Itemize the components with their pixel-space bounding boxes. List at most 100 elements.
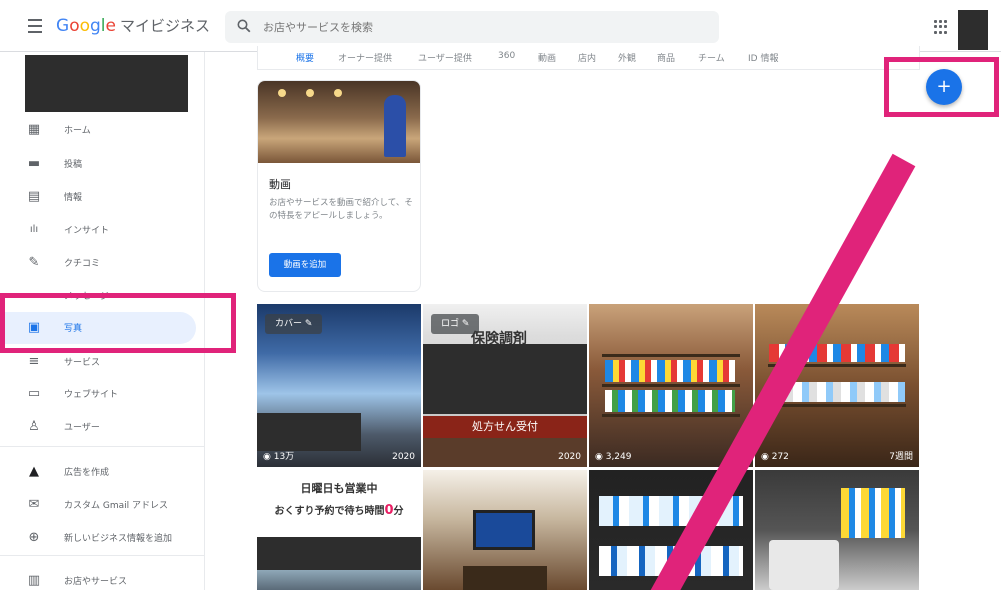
website-icon: ▭ bbox=[27, 386, 41, 401]
photo-year: 2020 bbox=[558, 452, 581, 462]
lamp-shape bbox=[334, 89, 342, 97]
tab-exterior[interactable]: 外観 bbox=[618, 51, 636, 64]
shelf-line bbox=[602, 384, 740, 387]
sidebar-item-label: 広告を作成 bbox=[64, 468, 110, 478]
search-bar[interactable] bbox=[225, 11, 719, 43]
shelf-line bbox=[768, 364, 906, 367]
tab-id-info[interactable]: ID 情報 bbox=[748, 51, 778, 64]
products-shape bbox=[841, 488, 905, 538]
sidebar-divider bbox=[0, 446, 205, 447]
sidebar-item-insights[interactable]: ılı インサイト bbox=[0, 214, 205, 246]
sidebar-item-label: 投稿 bbox=[64, 160, 83, 170]
search-input[interactable] bbox=[263, 17, 703, 37]
gmail-icon: ✉ bbox=[28, 497, 40, 512]
tab-interior[interactable]: 店内 bbox=[578, 51, 596, 64]
shelf-line bbox=[768, 404, 906, 407]
sidebar-item-label: ウェブサイト bbox=[64, 390, 119, 400]
redacted-block bbox=[423, 344, 587, 414]
sidebar-item-label: ユーザー bbox=[64, 423, 100, 433]
products-shape bbox=[769, 344, 905, 362]
sidebar-item-home[interactable]: ▦ ホーム bbox=[0, 114, 205, 146]
shelf-line bbox=[602, 354, 740, 357]
view-count: ◉ 272 bbox=[761, 452, 789, 462]
photo-age: 7週間 bbox=[889, 452, 913, 462]
sidebar-item-label: インサイト bbox=[64, 226, 110, 236]
interior-photo[interactable] bbox=[423, 470, 587, 590]
shelf-photo-3[interactable] bbox=[589, 470, 753, 590]
dashboard-icon: ▦ bbox=[27, 122, 41, 137]
register-shape bbox=[769, 540, 839, 590]
tv-screen-shape bbox=[473, 510, 535, 550]
sidebar-item-label: 情報 bbox=[64, 193, 83, 203]
search-icon bbox=[237, 19, 251, 33]
tab-customer[interactable]: ユーザー提供 bbox=[418, 51, 472, 64]
video-card-title: 動画 bbox=[269, 178, 291, 191]
sidebar-divider bbox=[0, 555, 205, 556]
shelf-photo-1[interactable]: ◉ 3,249 bbox=[589, 304, 753, 467]
menu-icon[interactable] bbox=[24, 15, 46, 37]
highlight-box-add bbox=[884, 57, 999, 117]
google-my-business-photos-page: Googleマイビジネス ▦ ホーム ▬ 投稿 ▤ 情報 ıl bbox=[0, 0, 1001, 590]
photo-year: 2020 bbox=[392, 452, 415, 462]
tab-owner[interactable]: オーナー提供 bbox=[338, 51, 392, 64]
lamp-shape bbox=[278, 89, 286, 97]
storefront-icon: ▥ bbox=[27, 573, 41, 588]
sidebar-item-info[interactable]: ▤ 情報 bbox=[0, 181, 205, 213]
products-shape bbox=[769, 382, 905, 402]
reviews-icon: ✎ bbox=[28, 255, 40, 270]
business-name-redacted bbox=[25, 55, 188, 112]
apps-grid-icon[interactable] bbox=[934, 20, 948, 34]
logo-photo[interactable]: ロゴ ✎ 保険調剤 処方せん受付 2020 bbox=[423, 304, 587, 467]
add-video-button[interactable]: 動画を追加 bbox=[269, 253, 341, 277]
tab-team[interactable]: チーム bbox=[698, 51, 725, 64]
posts-icon: ▬ bbox=[27, 156, 41, 171]
products-shape bbox=[605, 390, 735, 412]
sidebar-item-gmail[interactable]: ✉ カスタム Gmail アドレス bbox=[0, 489, 205, 521]
photo-category-tabs: 概要 オーナー提供 ユーザー提供 360 動画 店内 外観 商品 チーム ID … bbox=[257, 46, 920, 70]
highlight-box-photos bbox=[0, 293, 236, 353]
add-user-icon: ♙ bbox=[28, 419, 40, 434]
store-icon: ▤ bbox=[27, 189, 41, 204]
banner-line-1: 日曜日も営業中 bbox=[300, 482, 378, 495]
top-bar: Google マイビジネス bbox=[0, 0, 1001, 52]
products-shape bbox=[599, 496, 743, 526]
sidebar-item-users[interactable]: ♙ ユーザー bbox=[0, 411, 205, 443]
sidebar-item-label: サービス bbox=[64, 358, 101, 368]
tab-products[interactable]: 商品 bbox=[657, 51, 675, 64]
tab-overview[interactable]: 概要 bbox=[296, 51, 314, 64]
sidebar-item-posts[interactable]: ▬ 投稿 bbox=[0, 148, 205, 180]
sidebar-item-label: お店やサービス bbox=[64, 577, 128, 587]
shelf-photo-2[interactable]: ◉ 272 7週間 bbox=[755, 304, 919, 467]
view-count: ◉ 13万 bbox=[263, 452, 295, 462]
register-photo[interactable] bbox=[755, 470, 919, 590]
store-photo-strip bbox=[257, 570, 421, 590]
cover-photo[interactable]: カバー ✎ ◉ 13万 2020 bbox=[257, 304, 421, 467]
account-avatar[interactable] bbox=[958, 10, 988, 50]
banner-photo[interactable]: 日曜日も営業中 おくすり予約で待ち時間0分 bbox=[257, 470, 421, 590]
products-shape bbox=[605, 360, 735, 382]
video-thumbnail bbox=[258, 81, 420, 163]
counter-shape bbox=[463, 566, 547, 590]
shelf-line bbox=[602, 414, 740, 417]
sidebar-item-label: カスタム Gmail アドレス bbox=[64, 501, 168, 511]
tab-video[interactable]: 動画 bbox=[538, 51, 556, 64]
google-ads-icon: ▲ bbox=[29, 464, 39, 479]
list-icon: ≡ bbox=[28, 354, 40, 369]
sidebar-item-reviews[interactable]: ✎ クチコミ bbox=[0, 247, 205, 279]
tab-360[interactable]: 360 bbox=[498, 51, 515, 61]
sidebar-item-add-business[interactable]: ⊕ 新しいビジネス情報を追加 bbox=[0, 522, 205, 554]
products-shape bbox=[599, 546, 743, 576]
cover-chip: カバー ✎ bbox=[265, 314, 323, 334]
banner-line-2: おくすり予約で待ち時間0分 bbox=[274, 503, 404, 518]
lamp-shape bbox=[306, 89, 314, 97]
video-card-description: お店やサービスを動画で紹介して、その特長をアピールしましょう。 bbox=[269, 198, 413, 221]
video-card: 動画 お店やサービスを動画で紹介して、その特長をアピールしましょう。 動画を追加 bbox=[257, 80, 421, 292]
sidebar-item-website[interactable]: ▭ ウェブサイト bbox=[0, 378, 205, 410]
redacted-block bbox=[257, 537, 421, 570]
sidebar-item-businesses[interactable]: ▥ お店やサービス bbox=[0, 565, 205, 590]
add-location-icon: ⊕ bbox=[28, 530, 40, 545]
sidebar-item-create-ad[interactable]: ▲ 広告を作成 bbox=[0, 456, 205, 488]
sidebar-item-label: 新しいビジネス情報を追加 bbox=[64, 534, 173, 544]
bar-chart-icon: ılı bbox=[29, 224, 39, 235]
sidebar-item-label: クチコミ bbox=[64, 259, 101, 269]
